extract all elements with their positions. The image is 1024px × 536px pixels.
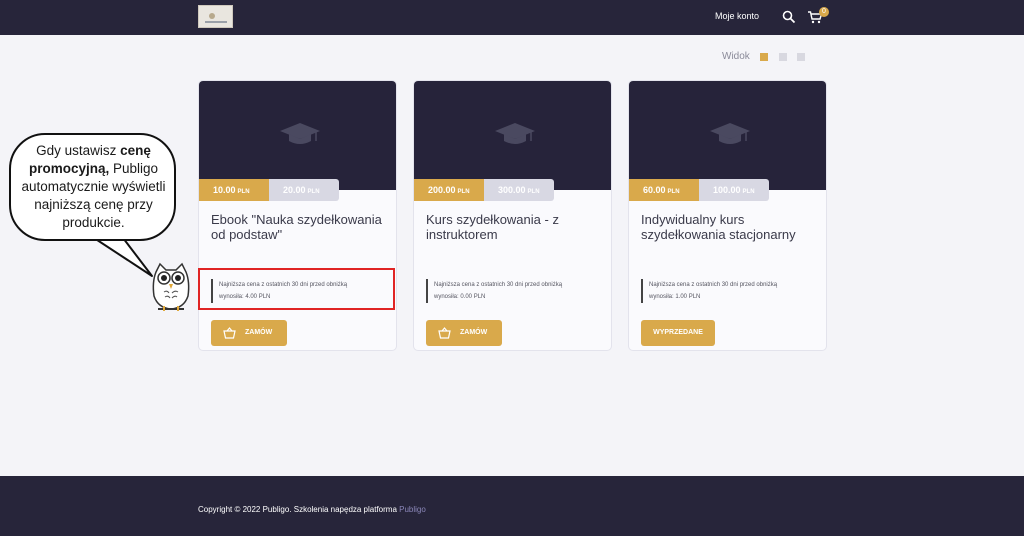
- basket-icon: [223, 327, 236, 339]
- product-thumbnail[interactable]: [414, 81, 611, 190]
- copyright-text: Copyright © 2022 Publigo. Szkolenia napę…: [198, 505, 426, 514]
- product-title[interactable]: Indywidualny kurs szydełkowania stacjona…: [641, 212, 821, 242]
- lowest-price-value: wynosiła: 1.00 PLN: [649, 294, 701, 300]
- search-icon[interactable]: [782, 10, 796, 24]
- compact-view-icon[interactable]: [797, 53, 805, 61]
- callout-text: Gdy ustawisz cenę promocyjną, Publigo au…: [21, 143, 166, 230]
- order-button[interactable]: ZAMÓW: [211, 320, 287, 346]
- top-navbar: Moje konto 0: [0, 0, 1024, 35]
- graduation-cap-icon: [710, 123, 750, 144]
- my-account-link[interactable]: Moje konto: [715, 11, 759, 21]
- publigo-link[interactable]: Publigo: [399, 505, 426, 514]
- product-card[interactable]: 10.00 PLN 20.00 PLN Ebook "Nauka szydełkow…: [198, 80, 397, 351]
- order-button-label: ZAMÓW: [460, 329, 488, 336]
- lowest-price-line: Najniższa cena z ostatnich 30 dni przed …: [649, 282, 778, 288]
- grid-view-icon[interactable]: [760, 53, 768, 61]
- basket-icon: [438, 327, 451, 339]
- product-title[interactable]: Kurs szydełkowania - z instruktorem: [426, 212, 606, 242]
- lowest-price-note: Najniższa cena z ostatnich 30 dni przed …: [641, 279, 811, 303]
- product-thumbnail[interactable]: [199, 81, 396, 190]
- logo-underline: [205, 21, 227, 23]
- product-thumbnail[interactable]: [629, 81, 826, 190]
- regular-price: 20.00 PLN: [269, 179, 339, 201]
- product-card[interactable]: 60.00 PLN 100.00 PLN Indywidualny kurs szy…: [628, 80, 827, 351]
- regular-price: 100.00 PLN: [699, 179, 769, 201]
- regular-price: 300.00 PLN: [484, 179, 554, 201]
- lowest-price-highlight-box: [198, 268, 395, 310]
- order-button[interactable]: ZAMÓW: [426, 320, 502, 346]
- product-title[interactable]: Ebook "Nauka szydełkowania od podstaw": [211, 212, 391, 242]
- owl-mascot-icon: [152, 262, 190, 311]
- product-card[interactable]: 200.00 PLN 300.00 PLN Kurs szydełkowania -…: [413, 80, 612, 351]
- promo-price: 200.00 PLN: [414, 179, 484, 201]
- sold-out-button[interactable]: WYPRZEDANE: [641, 320, 715, 346]
- view-switch-label: Widok: [722, 51, 750, 62]
- lowest-price-note: Najniższa cena z ostatnich 30 dni przed …: [426, 279, 596, 303]
- promo-price: 60.00 PLN: [629, 179, 699, 201]
- graduation-cap-icon: [495, 123, 535, 144]
- lowest-price-line: Najniższa cena z ostatnich 30 dni przed …: [434, 282, 563, 288]
- order-button-label: ZAMÓW: [245, 329, 273, 336]
- page-footer: [0, 476, 1024, 536]
- logo-mark: [209, 13, 215, 19]
- graduation-cap-icon: [280, 123, 320, 144]
- site-logo[interactable]: [198, 5, 233, 28]
- list-view-icon[interactable]: [779, 53, 787, 61]
- promo-price: 10.00 PLN: [199, 179, 269, 201]
- lowest-price-value: wynosiła: 0.00 PLN: [434, 294, 486, 300]
- cart-count-badge: 0: [819, 7, 829, 17]
